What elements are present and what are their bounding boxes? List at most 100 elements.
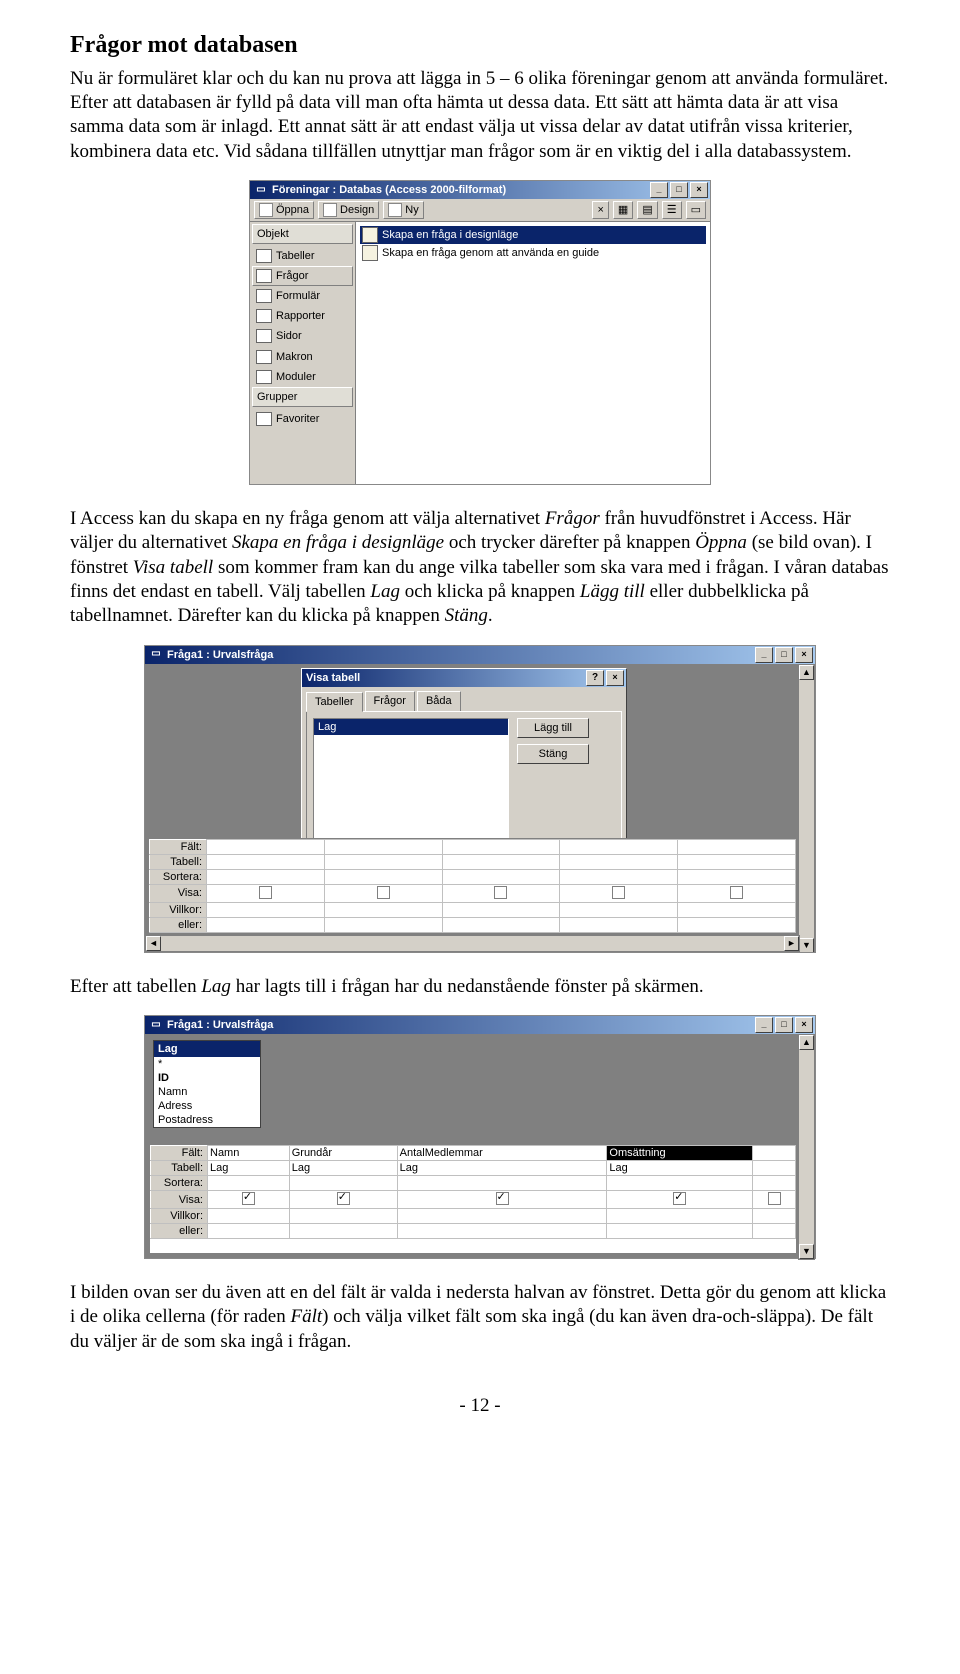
show-checkbox[interactable] [496, 1192, 509, 1205]
row-criteria-label: Villkor: [151, 1209, 208, 1224]
field-item[interactable]: Adress [154, 1099, 260, 1113]
close-button[interactable]: × [690, 182, 708, 198]
delete-button[interactable]: × [592, 201, 608, 219]
nav-label: Tabeller [276, 249, 315, 263]
open-icon [259, 203, 273, 217]
view-list-button[interactable]: ☰ [662, 201, 682, 219]
toolbar: Öppna Design Ny × ▦ ▤ ☰ ▭ [250, 199, 710, 222]
show-checkbox[interactable] [768, 1192, 781, 1205]
open-label: Öppna [276, 203, 309, 217]
titlebar[interactable]: ▭ Fråga1 : Urvalsfråga _ □ × [145, 646, 815, 664]
favorites-icon [256, 412, 272, 426]
module-icon [256, 370, 272, 384]
field-item[interactable]: ID [154, 1071, 260, 1085]
grid-cell[interactable]: Lag [607, 1161, 753, 1176]
row-field-label: Fält: [150, 839, 207, 854]
close-button[interactable]: × [795, 1017, 813, 1033]
new-label: Ny [405, 203, 418, 217]
paragraph-3: Efter att tabellen Lag har lagts till i … [70, 975, 890, 999]
dialog-titlebar[interactable]: Visa tabell ? × [302, 669, 626, 687]
grid-cell[interactable]: Lag [208, 1161, 290, 1176]
nav-label: Rapporter [276, 309, 325, 323]
nav-reports[interactable]: Rapporter [252, 306, 353, 326]
query-icon: ▭ [149, 1018, 163, 1032]
query-grid[interactable]: Fält: Tabell: Sortera: Visa: Villkor: el… [148, 838, 797, 934]
nav-macros[interactable]: Makron [252, 347, 353, 367]
open-button[interactable]: Öppna [254, 201, 314, 219]
new-button[interactable]: Ny [383, 201, 423, 219]
maximize-button[interactable]: □ [670, 182, 688, 198]
minimize-button[interactable]: _ [755, 1017, 773, 1033]
screenshot-db-window: ▭ Föreningar : Databas (Access 2000-filf… [249, 180, 711, 485]
nav-pages[interactable]: Sidor [252, 326, 353, 346]
nav-favorites[interactable]: Favoriter [252, 409, 353, 429]
titlebar[interactable]: ▭ Fråga1 : Urvalsfråga _ □ × [145, 1016, 815, 1034]
show-checkbox[interactable] [730, 886, 743, 899]
query-icon: ▭ [149, 648, 163, 662]
dialog-close-button[interactable]: × [606, 670, 624, 686]
db-icon: ▭ [254, 183, 268, 197]
macro-icon [256, 350, 272, 364]
query-icon [256, 269, 272, 283]
add-button[interactable]: Lägg till [517, 718, 589, 738]
close-button[interactable]: × [795, 647, 813, 663]
grid-cell[interactable]: AntalMedlemmar [397, 1145, 607, 1160]
create-query-wizard[interactable]: Skapa en fråga genom att använda en guid… [360, 244, 706, 262]
minimize-button[interactable]: _ [755, 647, 773, 663]
show-checkbox[interactable] [673, 1192, 686, 1205]
maximize-button[interactable]: □ [775, 1017, 793, 1033]
grid-cell[interactable]: Lag [289, 1161, 397, 1176]
query-grid[interactable]: Fält: Namn Grundår AntalMedlemmar Omsätt… [149, 1144, 797, 1254]
row-or-label: eller: [151, 1224, 208, 1239]
view-detail-button[interactable]: ▭ [686, 201, 706, 219]
item-list: Skapa en fråga i designläge Skapa en frå… [356, 222, 710, 484]
grid-cell[interactable]: Namn [208, 1145, 290, 1160]
grid-cell[interactable]: Grundår [289, 1145, 397, 1160]
nav-queries[interactable]: Frågor [252, 266, 353, 286]
item-label: Skapa en fråga i designläge [382, 228, 518, 242]
section-heading: Frågor mot databasen [70, 30, 890, 61]
nav-label: Favoriter [276, 412, 319, 426]
titlebar[interactable]: ▭ Föreningar : Databas (Access 2000-filf… [250, 181, 710, 199]
tab-tables[interactable]: Tabeller [306, 692, 363, 712]
design-button[interactable]: Design [318, 201, 379, 219]
show-checkbox[interactable] [259, 886, 272, 899]
tab-both[interactable]: Båda [417, 691, 461, 711]
show-checkbox[interactable] [494, 886, 507, 899]
minimize-button[interactable]: _ [650, 182, 668, 198]
objects-heading: Objekt [252, 224, 353, 244]
window-title: Fråga1 : Urvalsfråga [167, 648, 755, 662]
field-list[interactable]: Lag * ID Namn Adress Postadress [153, 1040, 261, 1128]
wizard-icon [362, 245, 378, 261]
close-dialog-button[interactable]: Stäng [517, 744, 589, 764]
field-item[interactable]: Namn [154, 1085, 260, 1099]
new-icon [388, 203, 402, 217]
grid-cell[interactable]: Lag [397, 1161, 607, 1176]
view-large-button[interactable]: ▦ [613, 201, 633, 219]
create-query-design[interactable]: Skapa en fråga i designläge [360, 226, 706, 244]
maximize-button[interactable]: □ [775, 647, 793, 663]
field-item[interactable]: Postadress [154, 1113, 260, 1127]
vertical-scrollbar[interactable]: ▲▼ [798, 1034, 815, 1260]
nav-label: Makron [276, 350, 313, 364]
nav-modules[interactable]: Moduler [252, 367, 353, 387]
grid-cell[interactable]: Omsättning [607, 1145, 753, 1160]
horizontal-scrollbar[interactable]: ◄► [145, 935, 800, 952]
list-item[interactable]: Lag [314, 719, 508, 735]
vertical-scrollbar[interactable]: ▲▼ [798, 664, 815, 952]
show-checkbox[interactable] [337, 1192, 350, 1205]
nav-forms[interactable]: Formulär [252, 286, 353, 306]
nav-tables[interactable]: Tabeller [252, 246, 353, 266]
view-small-button[interactable]: ▤ [637, 201, 657, 219]
show-checkbox[interactable] [242, 1192, 255, 1205]
nav-label: Sidor [276, 329, 302, 343]
row-field-label: Fält: [151, 1145, 208, 1160]
show-checkbox[interactable] [377, 886, 390, 899]
field-item[interactable]: * [154, 1057, 260, 1071]
tab-queries[interactable]: Frågor [365, 691, 415, 711]
dialog-title: Visa tabell [306, 671, 586, 685]
fieldlist-title[interactable]: Lag [154, 1041, 260, 1057]
help-button[interactable]: ? [586, 670, 604, 686]
show-checkbox[interactable] [612, 886, 625, 899]
row-sort-label: Sortera: [150, 869, 207, 884]
